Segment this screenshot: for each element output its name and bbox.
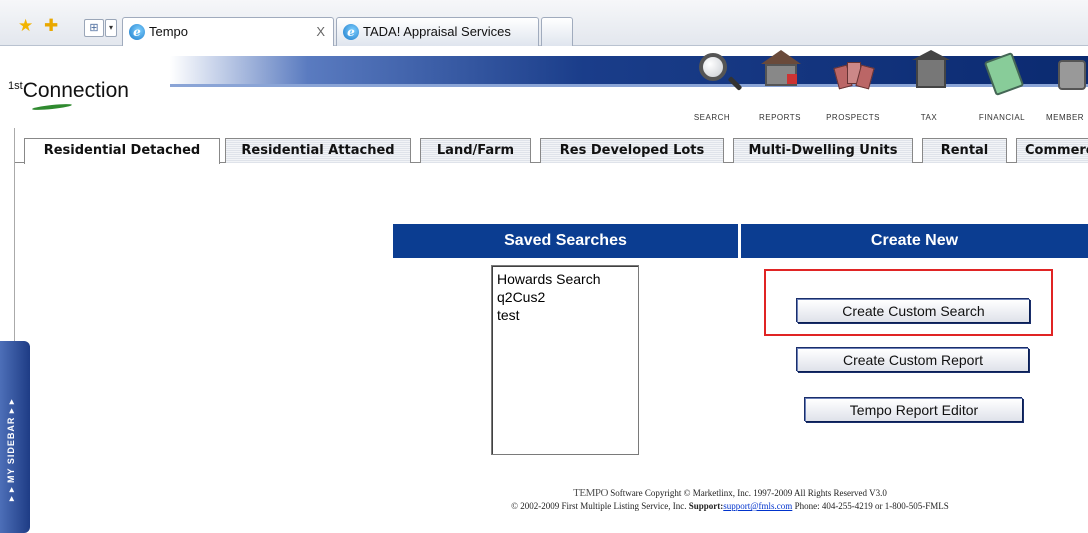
calculator-icon (981, 50, 1025, 97)
nav-reports[interactable]: REPORTS (745, 48, 815, 124)
ie-icon: e (343, 24, 359, 40)
create-custom-search-button[interactable]: Create Custom Search (797, 299, 1030, 323)
browser-tab-tempo[interactable]: e Tempo X (122, 17, 334, 46)
tab-land-farm[interactable]: Land/Farm (420, 138, 531, 163)
quick-tabs-icon[interactable]: ⊞ (84, 19, 104, 37)
list-item[interactable]: test (497, 306, 638, 324)
tax-building-icon (908, 50, 950, 96)
close-tab-button[interactable]: X (316, 24, 325, 39)
browser-tab-title: Tempo (149, 24, 189, 39)
ie-icon: e (129, 24, 145, 40)
favorites-star-icon[interactable]: ★ (18, 17, 33, 34)
nav-tax[interactable]: TAX (894, 48, 964, 124)
tab-multi-dwelling-units[interactable]: Multi-Dwelling Units (733, 138, 913, 163)
my-sidebar-toggle[interactable]: ▸ ▸ MY SIDEBAR ▸ ▸ (0, 341, 30, 533)
member-icon (1044, 50, 1086, 96)
tab-residential-attached[interactable]: Residential Attached (225, 138, 411, 163)
saved-searches-heading: Saved Searches (393, 224, 738, 258)
sidebar-label: ▸ ▸ MY SIDEBAR ▸ ▸ (6, 398, 16, 501)
app-logo: 1stConnection (8, 79, 129, 112)
support-email-link[interactable]: support@fmls.com (723, 501, 792, 511)
tab-res-developed-lots[interactable]: Res Developed Lots (540, 138, 724, 163)
nav-financial[interactable]: FINANCIAL (967, 48, 1037, 124)
new-tab-button[interactable] (541, 17, 573, 46)
tab-list-dropdown-icon[interactable]: ▾ (105, 19, 117, 37)
add-favorite-icon[interactable]: ✚ (44, 17, 58, 34)
fmls-copyright: © 2002-2009 First Multiple Listing Servi… (511, 501, 689, 511)
tab-rental[interactable]: Rental (922, 138, 1007, 163)
create-custom-report-button[interactable]: Create Custom Report (797, 348, 1029, 372)
footer: TEMPO Software Copyright © Marketlinx, I… (380, 487, 1080, 513)
nav-member[interactable]: MEMBER (1030, 48, 1088, 124)
magnifier-icon (691, 50, 733, 96)
create-new-heading: Create New (741, 224, 1088, 258)
property-type-tabs: Residential Detached Residential Attache… (14, 128, 1088, 164)
app-header: 1stConnection SEARCH REPORTS PROSPECTS T… (0, 46, 1088, 128)
support-label: Support: (688, 501, 724, 511)
tempo-logo: TEMPO (573, 487, 608, 499)
nav-search[interactable]: SEARCH (677, 48, 747, 124)
phone-text: Phone: 404-255-4219 or 1-800-505-FMLS (792, 501, 949, 511)
house-report-icon (759, 50, 801, 96)
list-item[interactable]: Howards Search (497, 270, 638, 288)
list-item[interactable]: q2Cus2 (497, 288, 638, 306)
browser-tab-title: TADA! Appraisal Services (363, 24, 511, 39)
logo-swoosh-icon (31, 102, 73, 112)
copyright-text: Software Copyright © Marketlinx, Inc. 19… (610, 488, 887, 498)
tab-commercial[interactable]: Commercial (1016, 138, 1088, 163)
prospects-icon (832, 50, 875, 96)
tempo-report-editor-button[interactable]: Tempo Report Editor (805, 398, 1023, 422)
saved-searches-list[interactable]: Howards Search q2Cus2 test (491, 265, 639, 455)
browser-tab-strip: ★ ✚ ⊞ ▾ e Tempo X e TADA! Appraisal Serv… (0, 0, 1088, 46)
tab-residential-detached[interactable]: Residential Detached (24, 138, 220, 164)
nav-prospects[interactable]: PROSPECTS (818, 48, 888, 124)
browser-tab-tada[interactable]: e TADA! Appraisal Services (336, 17, 539, 46)
